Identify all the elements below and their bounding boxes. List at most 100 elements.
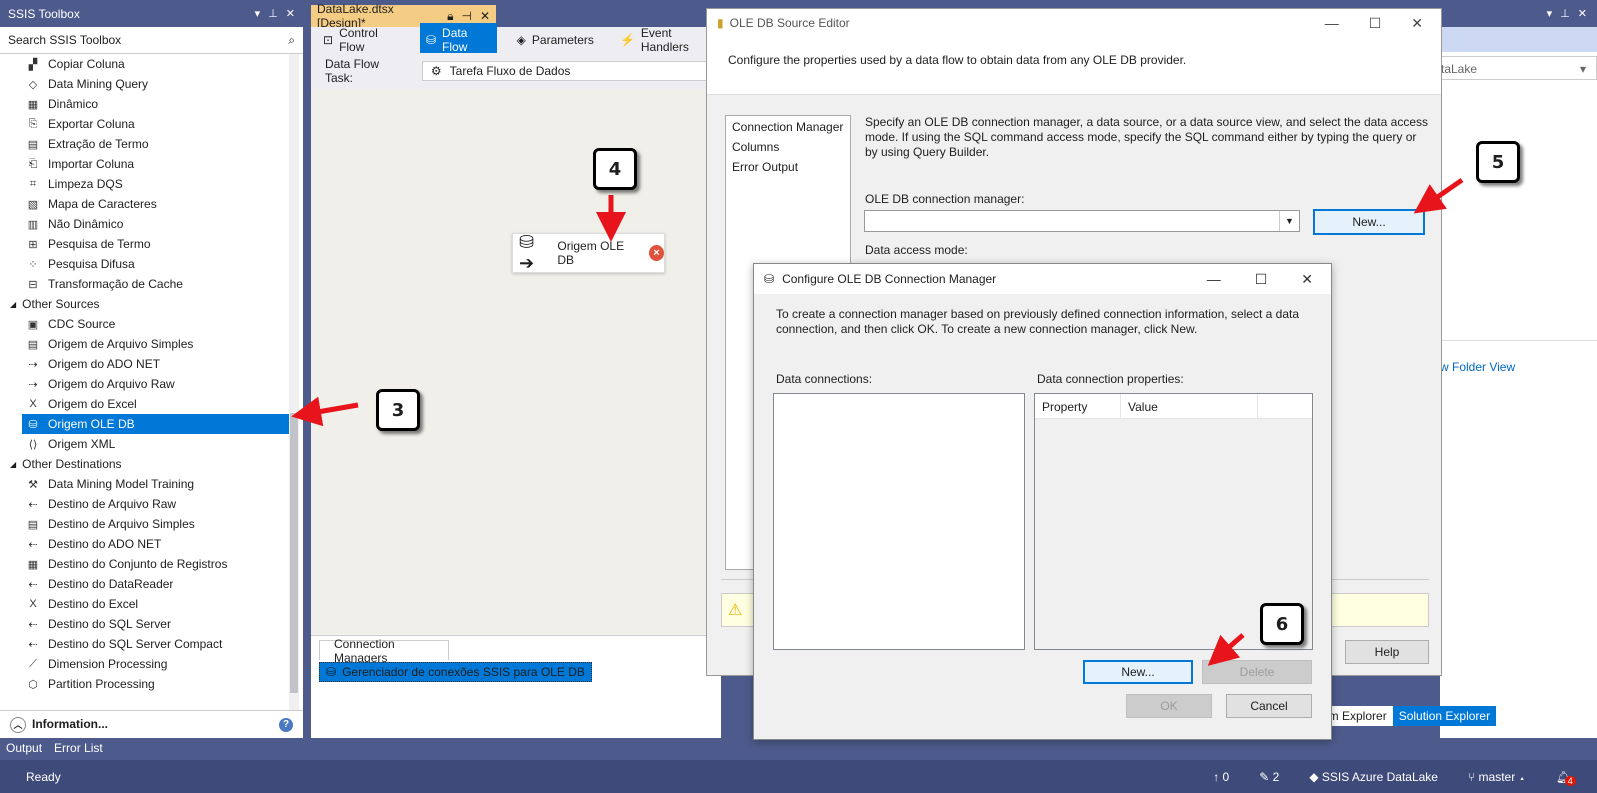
toolbox-item[interactable]: ⁘ Pesquisa Difusa: [0, 254, 290, 274]
ole-db-source-component[interactable]: ⛁➔ Origem OLE DB ×: [512, 232, 665, 273]
ok-button[interactable]: OK: [1126, 694, 1212, 718]
pin-icon[interactable]: ⊣: [461, 9, 471, 23]
toolbox-item[interactable]: ◇ Data Mining Query: [0, 74, 290, 94]
toolbox-item[interactable]: ⚒ Data Mining Model Training: [0, 474, 290, 494]
nav-error-output[interactable]: Error Output: [732, 160, 844, 180]
folder-view-link[interactable]: w Folder View: [1440, 360, 1515, 374]
toolbox-item[interactable]: ⊟ Transformação de Cache: [0, 274, 290, 294]
group-other-destinations[interactable]: ◢ Other Destinations: [0, 454, 290, 474]
toolbox-item[interactable]: ⬡ Partition Processing: [0, 674, 290, 694]
pin-icon[interactable]: ⊥: [268, 7, 278, 20]
collapse-icon[interactable]: ◢: [10, 300, 16, 309]
data-connections-list[interactable]: [773, 393, 1025, 650]
close-tab-icon[interactable]: ✕: [480, 9, 490, 23]
connection-managers-pane: Connection Managers ⛁ Gerenciador de con…: [311, 635, 721, 738]
raw-file-source-icon: ⇢: [28, 378, 38, 391]
toolbox-item[interactable]: ▤ Destino de Arquivo Simples: [0, 514, 290, 534]
toolbox-item-label: Não Dinâmico: [48, 217, 124, 231]
help-button[interactable]: Help: [1345, 640, 1429, 664]
column-header-value[interactable]: Value: [1121, 394, 1258, 418]
connection-manager-select[interactable]: ▼: [864, 210, 1300, 232]
data-flow-task-select[interactable]: ⚙ Tarefa Fluxo de Dados: [421, 61, 721, 81]
nav-connection-manager[interactable]: Connection Manager: [732, 120, 844, 140]
solution-combo[interactable]: taLake ▾: [1440, 56, 1597, 80]
help-icon[interactable]: ?: [279, 717, 293, 732]
toolbox-item[interactable]: ⇢ Origem do ADO NET: [0, 354, 290, 374]
search-icon[interactable]: ⌕: [288, 33, 295, 48]
maximize-icon[interactable]: ☐: [1369, 15, 1382, 32]
config-description: To create a connection manager based on …: [776, 307, 1299, 336]
toolbox-item[interactable]: ⎘ Exportar Coluna: [0, 114, 290, 134]
tab-label: Event Handlers: [640, 26, 689, 54]
data-connections-label: Data connections:: [776, 372, 873, 386]
nav-columns[interactable]: Columns: [732, 140, 844, 160]
close-icon[interactable]: ✕: [1301, 271, 1313, 288]
ado-net-source-icon: ⇢: [28, 358, 38, 371]
toolbox-item[interactable]: X Destino do Excel: [0, 594, 290, 614]
close-icon[interactable]: ✕: [1411, 15, 1423, 32]
toolbox-item[interactable]: ▦ Destino do Conjunto de Registros: [0, 554, 290, 574]
group-other-sources[interactable]: ◢ Other Sources: [0, 294, 290, 314]
toolbox-item-label: Transformação de Cache: [48, 277, 183, 291]
connection-manager-item[interactable]: ⛁ Gerenciador de conexões SSIS para OLE …: [319, 662, 592, 682]
chevron-down-icon[interactable]: ▼: [1279, 211, 1299, 231]
notifications[interactable]: 🔔︎ 4: [1556, 770, 1576, 786]
tab-solution-explorer[interactable]: Solution Explorer: [1392, 706, 1497, 726]
search-input[interactable]: Search SSIS Toolbox: [8, 33, 121, 47]
config-new-button[interactable]: New...: [1083, 660, 1193, 684]
tab-event-handlers[interactable]: ⚡ Event Handlers: [614, 23, 721, 57]
information-bar[interactable]: ︿ Information... ?: [0, 710, 303, 738]
toolbox-item[interactable]: ⌗ Limpeza DQS: [0, 174, 290, 194]
tab-error-list[interactable]: Error List: [54, 741, 103, 755]
toolbox-item[interactable]: ▞ Copiar Coluna: [0, 54, 290, 74]
design-canvas[interactable]: [311, 89, 721, 634]
toolbox-item[interactable]: ⟨⟩ Origem XML: [0, 434, 290, 454]
toolbox-item[interactable]: ▤ Extração de Termo: [0, 134, 290, 154]
minimize-icon[interactable]: —: [1325, 15, 1339, 32]
collapse-icon[interactable]: ︿: [10, 716, 26, 733]
pin-icon[interactable]: ⊥: [1560, 7, 1570, 20]
scrollbar-thumb[interactable]: [290, 413, 298, 693]
toolbox-item[interactable]: ⎗ Importar Coluna: [0, 154, 290, 174]
connection-managers-tab[interactable]: Connection Managers: [319, 637, 449, 665]
toolbox-item[interactable]: ⇠ Destino do DataReader: [0, 574, 290, 594]
tab-output[interactable]: Output: [6, 741, 42, 755]
toolbox-item[interactable]: ⟋ Dimension Processing: [0, 654, 290, 674]
changes-status[interactable]: ✎ 2: [1259, 770, 1279, 784]
project-status[interactable]: ◆ SSIS Azure DataLake: [1309, 770, 1438, 784]
tab-control-flow[interactable]: ⊡ Control Flow: [317, 23, 406, 57]
close-icon[interactable]: ✕: [286, 7, 295, 20]
component-label: Origem OLE DB: [557, 239, 625, 267]
toolbox-item[interactable]: ▥ Não Dinâmico: [0, 214, 290, 234]
column-header-property[interactable]: Property: [1035, 394, 1121, 418]
branch-status[interactable]: ⑂ master ▴: [1468, 770, 1526, 784]
dropdown-icon[interactable]: ▾: [1547, 7, 1553, 20]
push-status[interactable]: ↑ 0: [1213, 770, 1229, 784]
toolbox-item[interactable]: ⛁ Origem OLE DB: [22, 414, 290, 434]
toolbox-search[interactable]: Search SSIS Toolbox ⌕: [0, 27, 303, 54]
toolbox-item[interactable]: ⇠ Destino do SQL Server Compact: [0, 634, 290, 654]
toolbox-item[interactable]: ⇠ Destino do ADO NET: [0, 534, 290, 554]
toolbox-item[interactable]: ⊞ Pesquisa de Termo: [0, 234, 290, 254]
toolbox-item[interactable]: ▧ Mapa de Caracteres: [0, 194, 290, 214]
callout-4: 4: [593, 148, 637, 190]
toolbox-item[interactable]: ⇠ Destino de Arquivo Raw: [0, 494, 290, 514]
maximize-icon[interactable]: ☐: [1255, 271, 1268, 288]
tab-parameters[interactable]: ◈ Parameters: [511, 30, 600, 50]
editor-titlebar: ▮ OLE DB Source Editor — ☐ ✕: [707, 9, 1441, 37]
collapse-icon[interactable]: ◢: [10, 460, 16, 469]
minimize-icon[interactable]: —: [1207, 271, 1221, 288]
toolbox-item[interactable]: X Origem do Excel: [0, 394, 290, 414]
toolbox-item[interactable]: ▣ CDC Source: [0, 314, 290, 334]
toolbox-item[interactable]: ▦ Dinâmico: [0, 94, 290, 114]
cancel-button[interactable]: Cancel: [1226, 694, 1312, 718]
chevron-down-icon[interactable]: ▾: [1580, 62, 1586, 76]
close-icon[interactable]: ✕: [1578, 7, 1587, 20]
editor-new-button[interactable]: New...: [1313, 209, 1425, 235]
delete-button[interactable]: Delete: [1202, 660, 1312, 684]
dropdown-icon[interactable]: ▾: [255, 7, 261, 20]
tab-data-flow[interactable]: ⛁ Data Flow: [419, 23, 497, 57]
toolbox-item[interactable]: ▤ Origem de Arquivo Simples: [0, 334, 290, 354]
toolbox-item[interactable]: ⇢ Origem do Arquivo Raw: [0, 374, 290, 394]
toolbox-item[interactable]: ⇠ Destino do SQL Server: [0, 614, 290, 634]
